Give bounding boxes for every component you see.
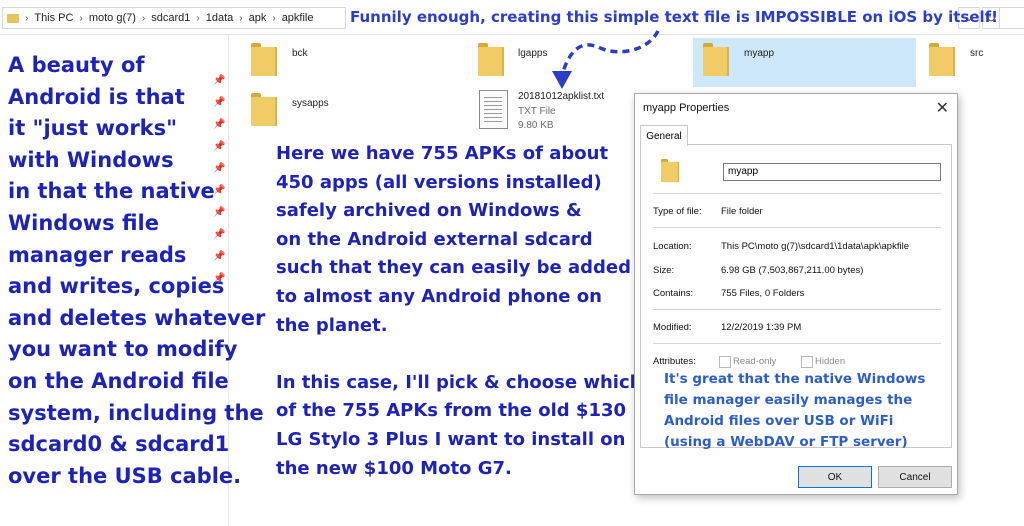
folder-icon	[7, 13, 19, 23]
size-value: 6.98 GB (7,503,867,211.00 bytes)	[721, 265, 864, 276]
middle-annotation-line: 450 apps (all versions installed)	[276, 171, 602, 193]
left-annotation: A beauty of Android is that it "just wor…	[8, 50, 266, 492]
dialog-annotation: It's great that the native Windows file …	[664, 369, 954, 453]
chevron-right-icon: ›	[239, 12, 243, 24]
left-annotation-line: A beauty of	[8, 53, 145, 77]
contains-value: 755 Files, 0 Folders	[721, 288, 805, 299]
file-item-txt-size: 9.80 KB	[518, 120, 554, 131]
divider	[653, 227, 941, 228]
left-annotation-line: you want to modify	[8, 337, 238, 362]
left-annotation-line: sdcard0 & sdcard1	[8, 432, 230, 457]
divider	[653, 343, 941, 344]
left-annotation-line: Windows file	[8, 210, 159, 235]
chevron-right-icon: ›	[196, 12, 200, 24]
read-only-checkbox[interactable]	[719, 356, 731, 368]
folder-icon[interactable]	[478, 43, 504, 76]
middle-annotation-line: on the Android external sdcard	[276, 228, 593, 250]
hidden-label: Hidden	[815, 356, 846, 367]
middle-annotation-line: LG Stylo 3 Plus I want to install on	[276, 428, 626, 450]
search-box-edge[interactable]	[999, 7, 1024, 29]
dialog-annotation-line: file manager easily manages the	[664, 392, 913, 408]
size-label: Size:	[653, 265, 675, 276]
middle-annotation-line: of the 755 APKs from the old $130	[276, 400, 627, 422]
left-annotation-line: and writes, copies	[8, 274, 225, 299]
tab-general[interactable]: General	[640, 125, 688, 146]
left-annotation-line: on the Android file	[8, 368, 229, 393]
attributes-label: Attributes:	[653, 356, 696, 367]
middle-annotation-line: the planet.	[276, 314, 388, 336]
left-annotation-line: manager reads	[8, 242, 187, 267]
middle-annotation-line: the new $100 Moto G7.	[276, 457, 512, 479]
headline-annotation: Funnily enough, creating this simple tex…	[350, 8, 999, 26]
file-item-bck[interactable]: bck	[292, 48, 308, 59]
read-only-label: Read-only	[733, 356, 777, 367]
modified-value: 12/2/2019 1:39 PM	[721, 322, 802, 333]
left-annotation-line: and deletes whatever	[8, 305, 266, 330]
contains-label: Contains:	[653, 288, 694, 299]
folder-icon[interactable]	[929, 43, 955, 76]
text-file-icon[interactable]	[479, 90, 508, 129]
middle-annotation-line: Here we have 755 APKs of about	[276, 143, 609, 164]
breadcrumb-apk[interactable]: apk	[249, 12, 267, 24]
dialog-annotation-line: Android files over USB or WiFi	[664, 413, 894, 429]
left-annotation-line: in that the native	[8, 179, 215, 204]
chevron-right-icon: ›	[141, 12, 146, 24]
folder-icon[interactable]	[251, 43, 277, 76]
folder-icon[interactable]	[703, 43, 729, 76]
left-annotation-line: Android is that	[8, 84, 185, 109]
divider	[653, 193, 941, 194]
breadcrumb[interactable]: › This PC › moto g(7) › sdcard1 › 1data …	[2, 7, 346, 29]
type-value: File folder	[721, 206, 763, 217]
location-value: This PC\moto g(7)\sdcard1\1data\apk\apkf…	[721, 241, 909, 252]
file-item-src[interactable]: src	[970, 48, 983, 59]
middle-annotation: Here we have 755 APKs of about 450 apps …	[276, 140, 643, 483]
type-label: Type of file:	[653, 206, 702, 217]
middle-annotation-line: to almost any Android phone on	[276, 285, 602, 307]
left-annotation-line: it "just works"	[8, 116, 178, 141]
file-item-myapp[interactable]: myapp	[744, 48, 774, 59]
ok-button[interactable]: OK	[798, 466, 872, 488]
breadcrumb-moto-g7[interactable]: moto g(7)	[89, 12, 136, 24]
folder-icon[interactable]	[251, 93, 277, 126]
file-item-sysapps[interactable]: sysapps	[292, 98, 329, 109]
folder-icon	[661, 159, 680, 183]
breadcrumb-this-pc[interactable]: This PC	[34, 12, 73, 24]
breadcrumb-sdcard1[interactable]: sdcard1	[151, 12, 190, 24]
modified-label: Modified:	[653, 322, 692, 333]
middle-annotation-line: such that they can easily be added	[276, 257, 632, 279]
annotation-arrow	[552, 30, 660, 89]
hidden-checkbox[interactable]	[801, 356, 813, 368]
cancel-button[interactable]: Cancel	[878, 466, 952, 488]
left-annotation-line: with Windows	[8, 147, 174, 172]
dialog-annotation-line: (using a WebDAV or FTP server)	[664, 434, 908, 450]
dialog-annotation-line: It's great that the native Windows	[664, 371, 926, 387]
chevron-right-icon: ›	[272, 12, 276, 24]
middle-annotation-line: safely archived on Windows &	[276, 200, 582, 222]
dialog-title: myapp Properties	[643, 102, 730, 114]
file-item-txt-type: TXT File	[518, 106, 556, 117]
middle-annotation-line: In this case, I'll pick & choose which	[276, 371, 643, 393]
chevron-right-icon: ›	[79, 12, 83, 24]
location-label: Location:	[653, 241, 692, 252]
close-icon[interactable]: ✕	[936, 98, 949, 118]
chevron-right-icon: ›	[25, 12, 29, 24]
folder-name-field[interactable]: myapp	[723, 163, 941, 181]
breadcrumb-apkfile[interactable]: apkfile	[282, 12, 314, 24]
divider	[653, 309, 941, 310]
file-item-lgapps[interactable]: lgapps	[518, 48, 547, 59]
left-annotation-line: over the USB cable.	[8, 463, 242, 488]
left-annotation-line: system, including the	[8, 400, 264, 425]
breadcrumb-1data[interactable]: 1data	[206, 12, 234, 24]
